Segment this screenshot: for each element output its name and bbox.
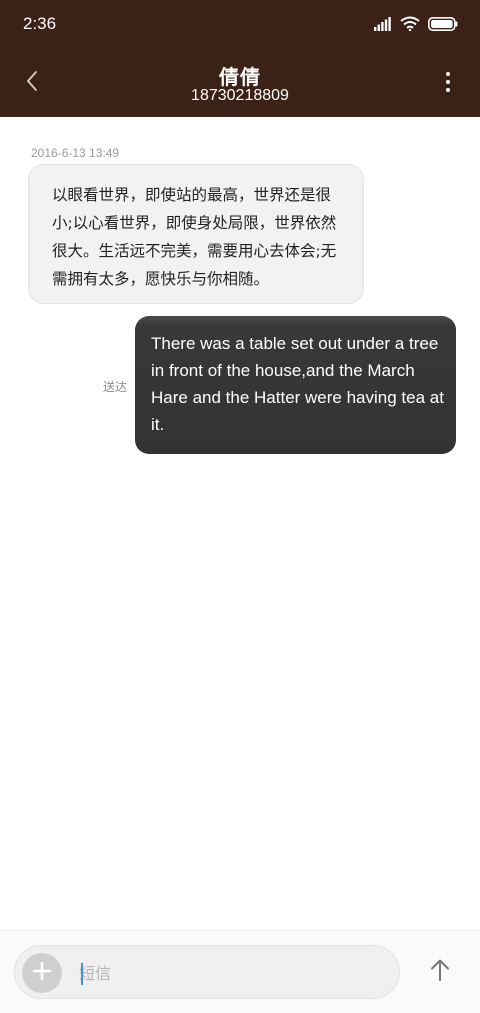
send-button[interactable] bbox=[424, 956, 456, 988]
incoming-message-bubble[interactable]: 以眼看世界，即使站的最高，世界还是很小;以心看世界，即使身处局限，世界依然很大。… bbox=[28, 164, 364, 304]
text-cursor bbox=[81, 963, 83, 985]
outgoing-message-text: There was a table set out under a tree i… bbox=[151, 334, 444, 434]
status-bar: 2:36 bbox=[0, 0, 480, 52]
status-time: 2:36 bbox=[23, 14, 57, 33]
more-vertical-icon bbox=[445, 71, 451, 97]
more-options-button[interactable] bbox=[442, 70, 454, 98]
arrow-up-icon bbox=[429, 958, 451, 986]
conversation-header: 倩倩 18730218809 bbox=[0, 52, 480, 117]
composer-field bbox=[14, 945, 400, 999]
plus-icon bbox=[32, 961, 52, 985]
contact-name[interactable]: 倩倩 bbox=[0, 61, 480, 90]
message-composer bbox=[0, 930, 480, 1013]
sms-input[interactable] bbox=[79, 956, 379, 990]
incoming-message-text: 以眼看世界，即使站的最高，世界还是很小;以心看世界，即使身处局限，世界依然很大。… bbox=[52, 186, 337, 288]
wifi-icon bbox=[400, 16, 420, 31]
message-timestamp: 2016-6-13 13:49 bbox=[31, 146, 120, 160]
battery-icon bbox=[428, 16, 458, 31]
contact-phone-number[interactable]: 18730218809 bbox=[0, 87, 480, 105]
delivery-status: 送达 bbox=[103, 380, 128, 394]
outgoing-message-bubble[interactable]: There was a table set out under a tree i… bbox=[135, 316, 456, 454]
status-icons bbox=[374, 16, 458, 31]
messaging-screen: 2:36 倩倩 18730218809 2016-6-13 13:49 以眼看世… bbox=[0, 0, 480, 1013]
signal-icon bbox=[374, 16, 392, 31]
attach-button[interactable] bbox=[22, 953, 62, 993]
